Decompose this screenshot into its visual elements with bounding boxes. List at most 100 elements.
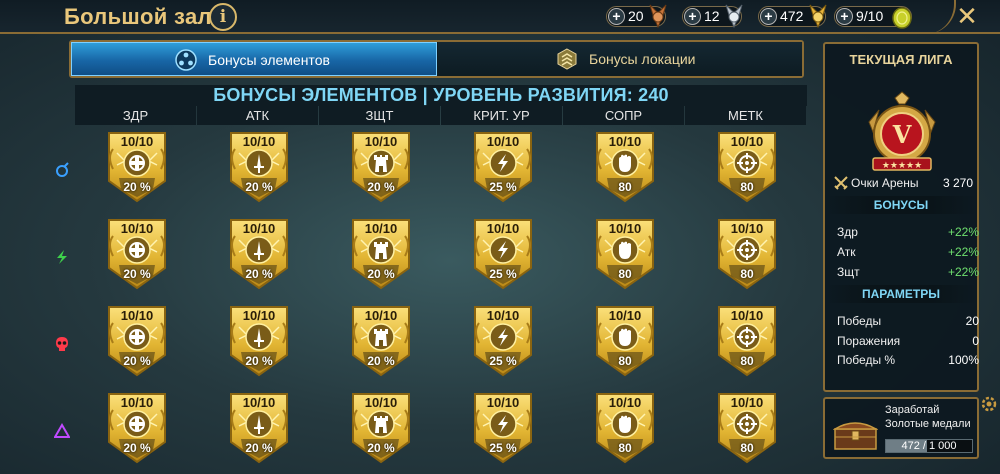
badge-level: 10/10 xyxy=(242,134,276,149)
tab-location-bonuses-label: Бонусы локации xyxy=(589,51,696,67)
league-title: ТЕКУЩАЯ ЛИГА xyxy=(849,52,953,67)
arena-token-count: 9/10 xyxy=(856,8,884,24)
gold-medal-icon xyxy=(809,4,827,29)
badge-value: 80 xyxy=(740,180,754,194)
tab-element-bonuses[interactable]: Бонусы элементов xyxy=(71,42,437,76)
column-header: ЗЩТ xyxy=(319,106,440,125)
badge-value: 25 % xyxy=(489,441,517,455)
badge-level: 10/10 xyxy=(608,221,642,236)
badge-level: 10/10 xyxy=(364,134,398,149)
bonus-badge[interactable]: 10/10 20 % xyxy=(103,392,171,464)
param-value: 100% xyxy=(948,353,979,367)
bonus-badge[interactable]: 10/10 80 xyxy=(713,218,781,290)
badge-value: 20 % xyxy=(367,354,395,368)
bonus-badge[interactable]: 10/10 20 % xyxy=(225,131,293,203)
add-arena-token-button[interactable]: + xyxy=(836,8,853,25)
badge-value: 80 xyxy=(740,441,754,455)
league-rank-letter: V xyxy=(892,120,912,149)
resource-bronze-medal[interactable]: + 20 xyxy=(606,4,667,29)
add-silver-button[interactable]: + xyxy=(684,8,701,25)
badge-value: 20 % xyxy=(123,180,151,194)
bonus-label: Атк xyxy=(837,245,856,259)
add-gold-button[interactable]: + xyxy=(760,8,777,25)
tab-bar: Бонусы элементов Бонусы локации xyxy=(69,40,804,78)
badge-level: 10/10 xyxy=(486,308,520,323)
bonuses-heading: БОНУСЫ xyxy=(825,196,977,214)
column-header: КРИТ. УР xyxy=(441,106,562,125)
arena-points-value: 3 270 xyxy=(942,176,973,190)
bonus-badge[interactable]: 10/10 20 % xyxy=(103,305,171,377)
badge-level: 10/10 xyxy=(120,221,154,236)
bonus-label: Здр xyxy=(837,225,858,239)
badge-level: 10/10 xyxy=(730,395,764,410)
bonus-badge[interactable]: 10/10 80 xyxy=(591,218,659,290)
bonus-badge[interactable]: 10/10 20 % xyxy=(347,305,415,377)
bonus-badge[interactable]: 10/10 80 xyxy=(591,131,659,203)
resource-gold-medal[interactable]: + 472 xyxy=(758,4,827,29)
bonus-value: +22% xyxy=(947,225,979,239)
badge-value: 80 xyxy=(618,267,632,281)
badge-level: 10/10 xyxy=(608,308,642,323)
badge-level: 10/10 xyxy=(364,395,398,410)
bonus-badge[interactable]: 10/10 20 % xyxy=(103,218,171,290)
void-element-icon xyxy=(54,423,70,438)
bonus-badge[interactable]: 10/10 20 % xyxy=(347,218,415,290)
bonus-badge[interactable]: 10/10 80 xyxy=(713,131,781,203)
bonus-value: +22% xyxy=(947,245,979,259)
bonus-badge[interactable]: 10/10 80 xyxy=(713,305,781,377)
badge-value: 20 % xyxy=(123,354,151,368)
close-icon[interactable]: ✕ xyxy=(956,3,978,29)
elements-icon xyxy=(175,49,197,71)
bonus-row-defense: Зщт +22% xyxy=(837,263,979,281)
badge-level: 10/10 xyxy=(242,395,276,410)
badge-level: 10/10 xyxy=(364,221,398,236)
corner-ornament xyxy=(920,0,956,34)
bonus-badge[interactable]: 10/10 20 % xyxy=(347,392,415,464)
column-header: МЕТК xyxy=(685,106,806,125)
bonus-badge[interactable]: 10/10 20 % xyxy=(225,392,293,464)
bonus-badge[interactable]: 10/10 25 % xyxy=(469,131,537,203)
bonus-badge[interactable]: 10/10 20 % xyxy=(225,218,293,290)
bonus-label: Зщт xyxy=(837,265,860,279)
badge-level: 10/10 xyxy=(608,134,642,149)
reward-description: Заработай Золотые медали xyxy=(885,403,981,431)
badge-level: 10/10 xyxy=(364,308,398,323)
badge-level: 10/10 xyxy=(242,221,276,236)
bonus-badge[interactable]: 10/10 25 % xyxy=(469,392,537,464)
badge-level: 10/10 xyxy=(730,221,764,236)
badge-level: 10/10 xyxy=(242,308,276,323)
badge-level: 10/10 xyxy=(730,308,764,323)
bonus-badge[interactable]: 10/10 80 xyxy=(713,392,781,464)
silver-medal-icon xyxy=(725,4,743,29)
bonus-badge[interactable]: 10/10 20 % xyxy=(347,131,415,203)
bonus-badge[interactable]: 10/10 25 % xyxy=(469,218,537,290)
bonus-badge[interactable]: 10/10 20 % xyxy=(103,131,171,203)
badge-value: 20 % xyxy=(245,267,273,281)
add-bronze-button[interactable]: + xyxy=(608,8,625,25)
table-title: БОНУСЫ ЭЛЕМЕНТОВ | УРОВЕНЬ РАЗВИТИЯ: 240 xyxy=(75,85,807,106)
badge-value: 20 % xyxy=(367,180,395,194)
gold-medal-count: 472 xyxy=(780,8,804,24)
reward-line-2: Золотые медали xyxy=(885,418,971,430)
badge-value: 20 % xyxy=(123,441,151,455)
badge-value: 20 % xyxy=(245,180,273,194)
badge-value: 25 % xyxy=(489,354,517,368)
svg-text:★★★★★: ★★★★★ xyxy=(882,161,922,171)
bonus-badge[interactable]: 10/10 20 % xyxy=(225,305,293,377)
magic-element-icon xyxy=(56,162,69,177)
resource-silver-medal[interactable]: + 12 xyxy=(682,4,743,29)
param-row-winrate: Победы % 100% xyxy=(837,351,979,369)
badge-value: 20 % xyxy=(367,441,395,455)
info-icon[interactable]: i xyxy=(209,3,237,31)
bonus-badge[interactable]: 10/10 80 xyxy=(591,392,659,464)
resource-arena-token[interactable]: + 9/10 xyxy=(834,6,912,29)
gear-icon[interactable] xyxy=(980,395,998,413)
reward-box[interactable]: Заработай Золотые медали 472 / 1 000 xyxy=(823,397,979,459)
bonus-value: +22% xyxy=(947,265,979,279)
bonus-badge[interactable]: 10/10 80 xyxy=(591,305,659,377)
tab-location-bonuses[interactable]: Бонусы локации xyxy=(438,42,802,76)
arena-token-icon xyxy=(892,7,912,29)
badge-value: 80 xyxy=(618,180,632,194)
param-row-wins: Победы 20 xyxy=(837,312,979,330)
bonus-badge[interactable]: 10/10 25 % xyxy=(469,305,537,377)
